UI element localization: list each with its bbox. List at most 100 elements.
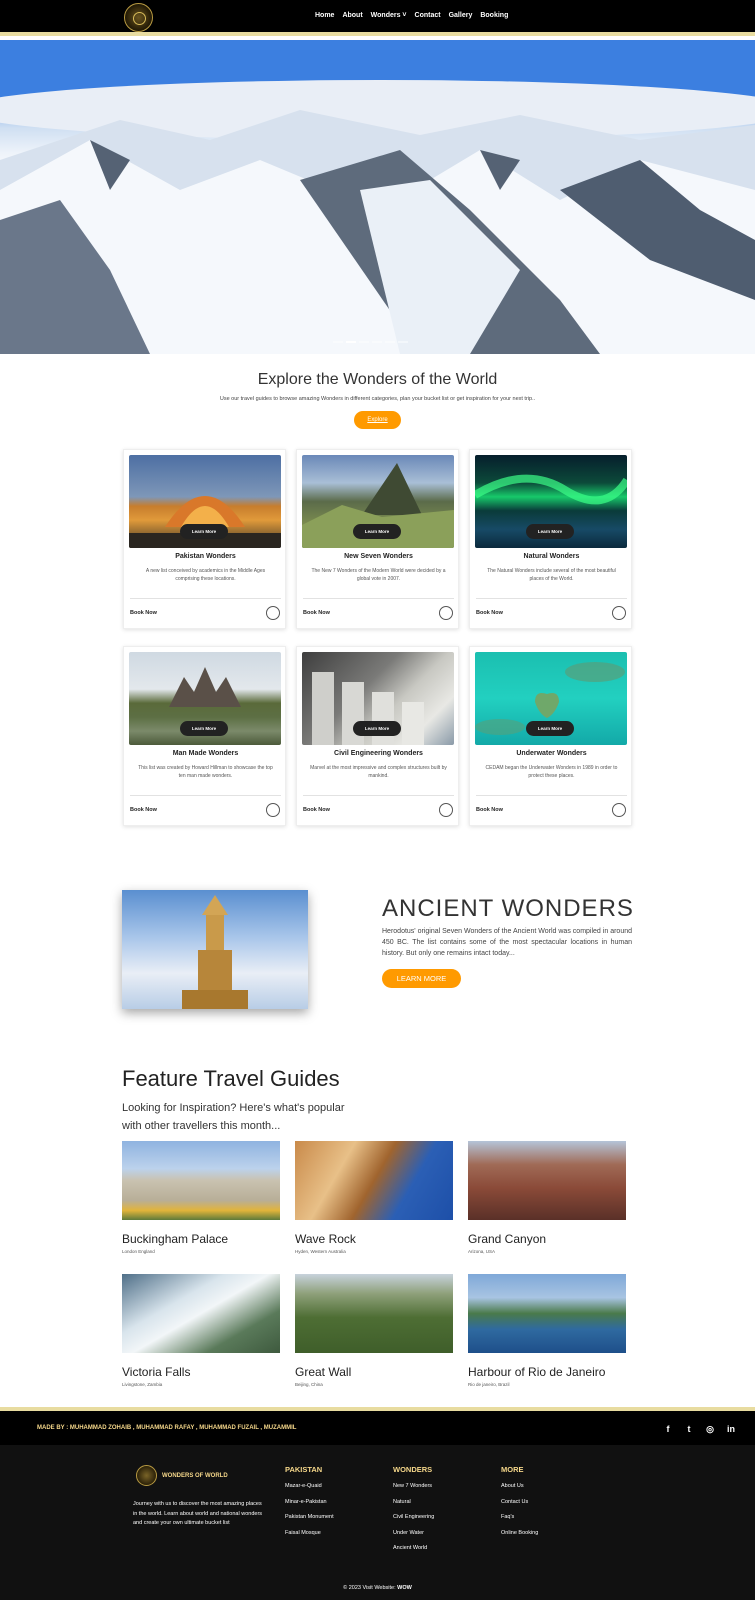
guide-item[interactable]: Wave Rock Hyden, Western Australia — [295, 1141, 453, 1254]
card-divider — [476, 598, 627, 599]
card-divider — [130, 795, 281, 796]
book-now-link[interactable]: Book Now — [130, 610, 157, 616]
copyright-brand[interactable]: WOW — [397, 1585, 412, 1591]
guide-name: Wave Rock — [295, 1232, 356, 1246]
nav-booking[interactable]: Booking — [480, 12, 508, 19]
nav-contact[interactable]: Contact — [415, 12, 441, 19]
learn-more-button[interactable]: Learn More — [180, 721, 228, 736]
learn-more-button[interactable]: Learn More — [353, 721, 401, 736]
footer-link[interactable]: Contact Us — [501, 1499, 538, 1505]
carousel-dot[interactable] — [385, 341, 395, 343]
learn-more-button[interactable]: Learn More — [353, 524, 401, 539]
footer-link[interactable]: Minar-e-Pakistan — [285, 1499, 334, 1505]
footer-column-more: MORE About Us Contact Us Faq's Online Bo… — [501, 1465, 538, 1545]
nav-about[interactable]: About — [342, 12, 362, 19]
guide-location: Rio de janeiro, Brazil — [468, 1382, 510, 1387]
guide-item[interactable]: Harbour of Rio de Janeiro Rio de janeiro… — [468, 1274, 626, 1387]
learn-more-button[interactable]: LEARN MORE — [382, 969, 461, 988]
guide-location: Arizona, USA — [468, 1249, 496, 1254]
learn-more-button[interactable]: Learn More — [526, 721, 574, 736]
card-title: New Seven Wonders — [344, 553, 413, 560]
wonder-card-civil: Learn More Civil Engineering Wonders Mar… — [296, 646, 459, 826]
linkedin-icon[interactable]: in — [725, 1423, 737, 1435]
card-description: Marvel at the most impressive and comple… — [310, 765, 447, 779]
card-title: Man Made Wonders — [172, 750, 239, 757]
footer-column-title: MORE — [501, 1465, 524, 1474]
guide-location: London England — [122, 1249, 155, 1254]
circle-icon[interactable] — [612, 606, 626, 620]
book-now-link[interactable]: Book Now — [303, 807, 330, 813]
ancient-wonders-text: Herodotus' original Seven Wonders of the… — [382, 928, 632, 957]
footer-link[interactable]: Natural — [393, 1499, 434, 1505]
twitter-icon[interactable]: t — [683, 1423, 695, 1435]
guide-item[interactable]: Buckingham Palace London England — [122, 1141, 280, 1254]
card-description: The New 7 Wonders of the Modern World we… — [311, 568, 446, 582]
footer-logo — [136, 1465, 157, 1486]
made-by-text: MADE BY : MUHAMMAD ZOHAIB , MUHAMMAD RAF… — [37, 1425, 297, 1431]
rio-harbour-image — [468, 1274, 626, 1353]
book-now-link[interactable]: Book Now — [476, 807, 503, 813]
explore-title: Explore the Wonders of the World — [257, 371, 498, 388]
guide-name: Grand Canyon — [468, 1232, 547, 1246]
footer-link[interactable]: Civil Engineering — [393, 1514, 434, 1520]
instagram-icon[interactable]: ◎ — [704, 1423, 716, 1435]
copyright-text: © 2023 Visit Website: — [343, 1585, 396, 1591]
learn-more-button[interactable]: Learn More — [180, 524, 228, 539]
circle-icon[interactable] — [439, 606, 453, 620]
book-now-link[interactable]: Book Now — [476, 610, 503, 616]
site-logo[interactable] — [124, 3, 153, 32]
card-description: The Natural Wonders include several of t… — [487, 568, 616, 582]
book-now-link[interactable]: Book Now — [130, 807, 157, 813]
carousel-dot[interactable] — [398, 341, 408, 343]
lighthouse-image — [122, 890, 308, 1009]
card-title: Natural Wonders — [523, 553, 580, 560]
ancient-wonders-title: ANCIENT WONDERS — [382, 895, 634, 922]
card-description: This list was created by Howard Hillman … — [138, 765, 273, 779]
guide-name: Great Wall — [295, 1365, 352, 1379]
wonder-card-new-seven: Learn More New Seven Wonders The New 7 W… — [296, 449, 459, 629]
buckingham-palace-image — [122, 1141, 280, 1220]
card-description: A new list conceived by academics in the… — [145, 568, 266, 582]
nav-gallery[interactable]: Gallery — [449, 12, 473, 19]
circle-icon[interactable] — [439, 803, 453, 817]
circle-icon[interactable] — [612, 803, 626, 817]
guide-item[interactable]: Great Wall Beijing, China — [295, 1274, 453, 1387]
footer-link[interactable]: Online Booking — [501, 1530, 538, 1536]
top-navbar: Home About Wonders ˅ Contact Gallery Boo… — [0, 0, 755, 36]
footer-about: Journey with us to discover the most ama… — [133, 1501, 263, 1526]
carousel-dot[interactable] — [359, 341, 369, 343]
guide-item[interactable]: Grand Canyon Arizona, USA — [468, 1141, 626, 1254]
mountain-hero-image — [0, 40, 755, 354]
footer-link[interactable]: Faq's — [501, 1514, 538, 1520]
circle-icon[interactable] — [266, 606, 280, 620]
carousel-dot-active[interactable] — [346, 341, 356, 343]
footer-link[interactable]: Faisal Mosque — [285, 1530, 334, 1536]
guide-name: Victoria Falls — [122, 1365, 191, 1379]
carousel-dot[interactable] — [372, 341, 382, 343]
explore-button[interactable]: Explore — [354, 411, 401, 429]
footer-link[interactable]: About Us — [501, 1483, 538, 1489]
victoria-falls-image — [122, 1274, 280, 1353]
feature-guides-title: Feature Travel Guides — [122, 1066, 340, 1091]
carousel-dot[interactable] — [333, 341, 343, 343]
footer-link[interactable]: Pakistan Monument — [285, 1514, 334, 1520]
carousel-indicators — [333, 341, 408, 343]
footer: WONDERS OF WORLD Journey with us to disc… — [0, 1445, 755, 1600]
learn-more-button[interactable]: Learn More — [526, 524, 574, 539]
main-menu: Home About Wonders ˅ Contact Gallery Boo… — [315, 12, 508, 19]
footer-column-title: WONDERS — [393, 1465, 433, 1474]
footer-link[interactable]: Ancient World — [393, 1545, 434, 1551]
facebook-icon[interactable]: f — [662, 1423, 674, 1435]
footer-link[interactable]: Mazar-e-Quaid — [285, 1483, 334, 1489]
footer-link[interactable]: New 7 Wonders — [393, 1483, 434, 1489]
nav-wonders-dropdown[interactable]: Wonders ˅ — [371, 12, 407, 19]
book-now-link[interactable]: Book Now — [303, 610, 330, 616]
circle-icon[interactable] — [266, 803, 280, 817]
guide-name: Harbour of Rio de Janeiro — [468, 1365, 606, 1379]
guide-item[interactable]: Victoria Falls Livingstone, Zambia — [122, 1274, 280, 1387]
nav-home[interactable]: Home — [315, 12, 334, 19]
card-divider — [476, 795, 627, 796]
footer-link[interactable]: Under Water — [393, 1530, 434, 1536]
card-divider — [303, 598, 454, 599]
hero-carousel — [0, 40, 755, 354]
